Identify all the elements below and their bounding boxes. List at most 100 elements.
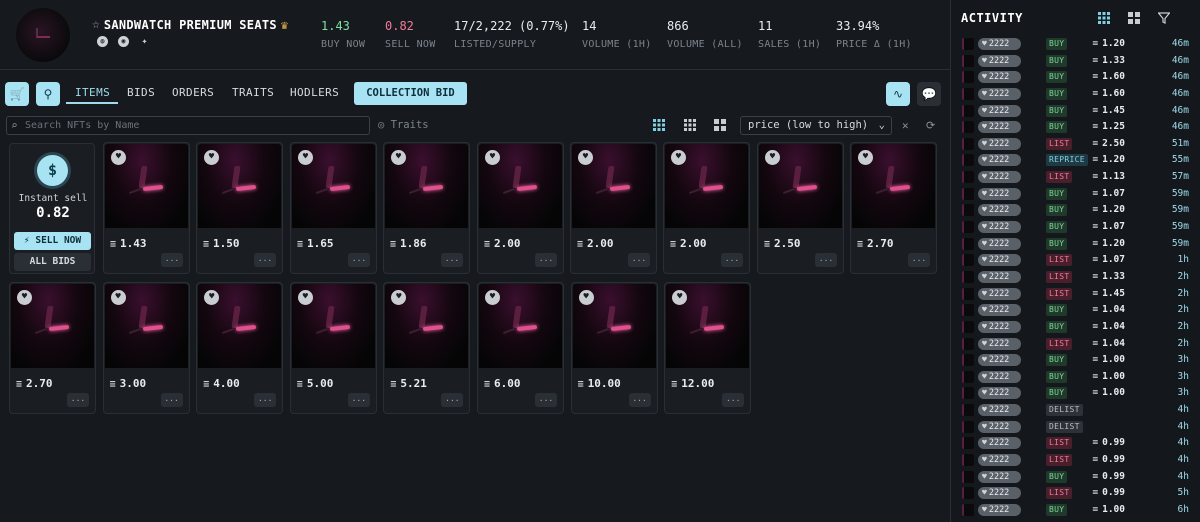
grid-large-icon[interactable] (713, 118, 727, 132)
tab-traits[interactable]: TRAITS (232, 86, 274, 99)
website-icon[interactable]: ◍ (97, 36, 108, 47)
heart-icon[interactable]: ♥ (298, 150, 313, 165)
activity-row[interactable]: ♥ 2222 DELIST 4h (951, 419, 1200, 436)
cart-icon[interactable]: 🛒 (5, 82, 29, 106)
activity-row[interactable]: ♥ 2222 LIST ≡ 1.13 57m (951, 169, 1200, 186)
nft-card[interactable]: ♥ ≡ 2.00... (663, 142, 750, 274)
more-options-button[interactable]: ... (722, 393, 745, 407)
nft-image[interactable]: ♥ (479, 284, 562, 368)
activity-row[interactable]: ♥ 2222 LIST ≡ 1.04 2h (951, 336, 1200, 353)
more-options-button[interactable]: ... (348, 253, 370, 267)
nft-image[interactable]: ♥ (572, 144, 655, 228)
nft-image[interactable]: ♥ (292, 144, 375, 228)
activity-row[interactable]: ♥ 2222 BUY ≡ 1.00 3h (951, 369, 1200, 386)
sort-select[interactable]: price (low to high) ⌄ (740, 116, 892, 135)
activity-row[interactable]: ♥ 2222 BUY ≡ 1.20 46m (951, 36, 1200, 53)
heart-icon[interactable]: ♥ (485, 150, 500, 165)
grid-medium-icon[interactable] (683, 118, 697, 132)
activity-row[interactable]: ♥ 2222 LIST ≡ 1.45 2h (951, 286, 1200, 303)
more-options-button[interactable]: ... (721, 253, 743, 267)
all-bids-button[interactable]: ALL BIDS (14, 253, 91, 271)
nft-image[interactable]: ♥ (479, 144, 562, 228)
activity-row[interactable]: ♥ 2222 BUY ≡ 1.07 59m (951, 219, 1200, 236)
more-options-button[interactable]: ... (535, 253, 557, 267)
activity-row[interactable]: ♥ 2222 BUY ≡ 1.45 46m (951, 103, 1200, 120)
activity-row[interactable]: ♥ 2222 BUY ≡ 1.20 59m (951, 202, 1200, 219)
twitter-icon[interactable]: ✦ (139, 36, 150, 47)
heart-icon[interactable]: ♥ (391, 150, 406, 165)
activity-row[interactable]: ♥ 2222 BUY ≡ 1.25 46m (951, 119, 1200, 136)
nft-image[interactable]: ♥ (852, 144, 935, 228)
nft-card[interactable]: ♥ ≡ 2.70... (850, 142, 937, 274)
heart-icon[interactable]: ♥ (485, 290, 500, 305)
heart-icon[interactable]: ♥ (17, 290, 32, 305)
activity-row[interactable]: ♥ 2222 LIST ≡ 1.07 1h (951, 252, 1200, 269)
heart-icon[interactable]: ♥ (578, 150, 593, 165)
chat-icon[interactable]: 💬 (917, 82, 941, 106)
nft-card[interactable]: ♥ ≡ 1.50... (196, 142, 283, 274)
activity-row[interactable]: ♥ 2222 BUY ≡ 1.00 3h (951, 385, 1200, 402)
nft-image[interactable]: ♥ (11, 284, 94, 368)
more-options-button[interactable]: ... (254, 393, 277, 407)
activity-row[interactable]: ♥ 2222 BUY ≡ 1.00 6h (951, 502, 1200, 519)
activity-row[interactable]: ♥ 2222 BUY ≡ 1.00 3h (951, 352, 1200, 369)
search-input[interactable] (25, 118, 355, 133)
more-options-button[interactable]: ... (161, 253, 183, 267)
nft-image[interactable]: ♥ (759, 144, 842, 228)
more-options-button[interactable]: ... (441, 393, 464, 407)
nft-card[interactable]: ♥ ≡ 12.00... (664, 282, 752, 414)
tab-hodlers[interactable]: HODLERS (290, 86, 339, 99)
refresh-icon[interactable]: ⟳ (926, 119, 935, 132)
nft-image[interactable]: ♥ (104, 284, 188, 368)
nft-card[interactable]: ♥ ≡ 6.00... (477, 282, 564, 414)
nft-card[interactable]: ♥ ≡ 2.00... (570, 142, 657, 274)
more-options-button[interactable]: ... (628, 393, 651, 407)
grid-dense-icon[interactable] (652, 118, 666, 132)
nft-card[interactable]: ♥ ≡ 2.00... (477, 142, 564, 274)
heart-icon[interactable]: ♥ (391, 290, 407, 305)
activity-chart-icon[interactable]: ∿ (886, 82, 910, 106)
activity-row[interactable]: ♥ 2222 LIST ≡ 0.99 5h (951, 485, 1200, 502)
activity-filter-icon[interactable] (1158, 12, 1170, 24)
nft-image[interactable]: ♥ (105, 144, 188, 228)
collection-bid-button[interactable]: COLLECTION BID (354, 82, 467, 105)
heart-icon[interactable]: ♥ (297, 290, 313, 305)
activity-row[interactable]: ♥ 2222 BUY ≡ 1.07 59m (951, 186, 1200, 203)
tab-bids[interactable]: BIDS (127, 86, 155, 99)
nft-image[interactable]: ♥ (385, 284, 469, 368)
nft-card[interactable]: ♥ ≡ 3.00... (102, 282, 190, 414)
activity-row[interactable]: ♥ 2222 DELIST 4h (951, 402, 1200, 419)
heart-icon[interactable]: ♥ (671, 150, 686, 165)
tab-orders[interactable]: ORDERS (172, 86, 214, 99)
more-options-button[interactable]: ... (815, 253, 837, 267)
activity-row[interactable]: ♥ 2222 BUY ≡ 1.60 46m (951, 69, 1200, 86)
activity-row[interactable]: ♥ 2222 LIST ≡ 0.99 4h (951, 435, 1200, 452)
heart-icon[interactable]: ♥ (110, 290, 126, 305)
favorite-star-icon[interactable]: ☆ (92, 17, 100, 32)
heart-icon[interactable]: ♥ (578, 290, 594, 305)
nft-card[interactable]: ♥ ≡ 1.43... (103, 142, 190, 274)
activity-grid-dense-icon[interactable] (1098, 12, 1110, 24)
activity-row[interactable]: ♥ 2222 BUY ≡ 1.04 2h (951, 302, 1200, 319)
heart-icon[interactable]: ♥ (204, 290, 220, 305)
nft-image[interactable]: ♥ (572, 284, 656, 368)
nft-image[interactable]: ♥ (385, 144, 468, 228)
nft-card[interactable]: ♥ ≡ 4.00... (196, 282, 284, 414)
more-options-button[interactable]: ... (254, 253, 276, 267)
more-options-button[interactable]: ... (535, 393, 557, 407)
nft-card[interactable]: ♥ ≡ 10.00... (570, 282, 658, 414)
activity-row[interactable]: ♥ 2222 BUY ≡ 0.99 4h (951, 469, 1200, 486)
activity-row[interactable]: ♥ 2222 BUY ≡ 1.60 46m (951, 86, 1200, 103)
nft-card[interactable]: ♥ ≡ 5.00... (289, 282, 377, 414)
activity-row[interactable]: ♥ 2222 BUY ≡ 1.33 46m (951, 53, 1200, 70)
activity-grid-large-icon[interactable] (1128, 12, 1140, 24)
more-options-button[interactable]: ... (628, 253, 650, 267)
activity-row[interactable]: ♥ 2222 LIST ≡ 1.33 2h (951, 269, 1200, 286)
heart-icon[interactable]: ♥ (858, 150, 873, 165)
more-options-button[interactable]: ... (160, 393, 183, 407)
nft-card[interactable]: ♥ ≡ 1.65... (290, 142, 377, 274)
nft-image[interactable]: ♥ (198, 144, 281, 228)
discord-icon[interactable]: ◉ (118, 36, 129, 47)
nft-card[interactable]: ♥ ≡ 2.70... (9, 282, 96, 414)
close-icon[interactable]: ✕ (902, 119, 909, 132)
